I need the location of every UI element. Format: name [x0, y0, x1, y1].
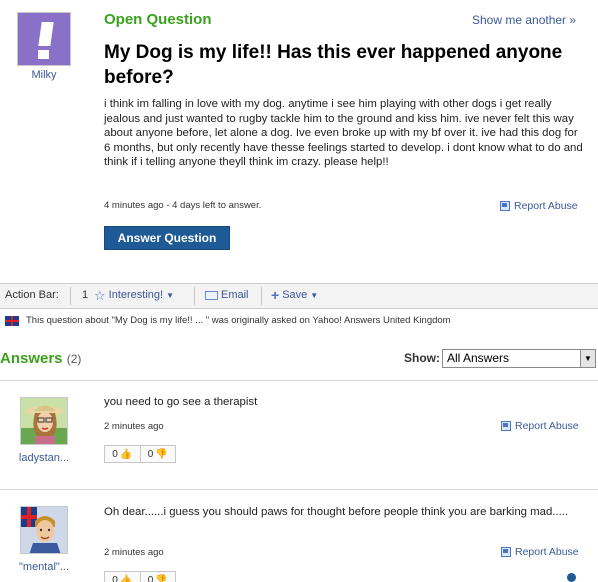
uk-flag-icon: [5, 315, 19, 326]
asker-name[interactable]: Milky: [0, 69, 88, 81]
star-icon: ☆: [94, 287, 106, 303]
report-abuse-link[interactable]: Report Abuse: [501, 546, 579, 558]
answer-text: Oh dear......i guess you should paws for…: [104, 506, 569, 518]
thumbs-down-count: 0: [147, 448, 154, 460]
question-status: Open Question: [104, 11, 212, 28]
divider: [0, 489, 598, 490]
vote-box: 0 👍 0 👎: [104, 445, 176, 463]
thumbs-up-count: 0: [112, 574, 118, 582]
scroll-indicator: [567, 573, 576, 582]
thumbs-down-button[interactable]: 0 👎: [139, 572, 176, 582]
question-meta: 4 minutes ago - 4 days left to answer.: [104, 200, 262, 211]
thumbs-down-count: 0: [147, 574, 154, 582]
question-body: i think im falling in love with my dog. …: [104, 98, 583, 169]
answer-time: 2 minutes ago: [104, 421, 164, 432]
plus-icon: +: [271, 286, 280, 303]
show-filter-select[interactable]: All Answers ▼: [442, 349, 596, 368]
thumbs-up-button[interactable]: 0 👍: [105, 572, 140, 582]
answers-count: (2): [66, 352, 82, 366]
answers-heading: Answers (2): [0, 350, 81, 367]
divider: [0, 380, 598, 381]
chevron-down-icon: ▼: [166, 290, 174, 300]
thumbs-down-icon: 👎: [155, 448, 168, 460]
interesting-count: 1: [82, 289, 89, 301]
question-title: My Dog is my life!! Has this ever happen…: [104, 42, 563, 88]
flag-icon: [501, 421, 511, 431]
chevron-down-icon: ▼: [580, 350, 595, 367]
answer-text: you need to go see a therapist: [104, 396, 258, 408]
vote-box: 0 👍 0 👎: [104, 571, 176, 582]
show-filter-value: All Answers: [447, 351, 510, 365]
interesting-button[interactable]: ☆ Interesting! ▼: [94, 287, 174, 303]
action-bar-divider: [70, 287, 71, 305]
email-button[interactable]: Email: [205, 289, 249, 301]
report-abuse-link[interactable]: Report Abuse: [501, 420, 579, 432]
origin-note: This question about "My Dog is my life!!…: [5, 315, 451, 326]
show-filter-label: Show:: [404, 351, 440, 365]
show-another-link[interactable]: Show me another »: [472, 13, 576, 27]
thumbs-down-icon: 👎: [155, 574, 168, 582]
chevron-down-icon: ▼: [310, 290, 319, 300]
origin-note-text: This question about "My Dog is my life!!…: [26, 315, 451, 326]
save-button[interactable]: + Save ▼: [271, 286, 319, 303]
report-abuse-label: Report Abuse: [514, 200, 578, 212]
report-abuse-link[interactable]: Report Abuse: [500, 200, 578, 212]
save-label: Save: [282, 289, 308, 301]
thumbs-up-icon: 👍: [119, 448, 133, 460]
answerer-name[interactable]: ladystan...: [4, 452, 84, 464]
answers-heading-label: Answers: [0, 350, 63, 367]
thumbs-down-button[interactable]: 0 👎: [139, 446, 176, 462]
answer-question-button[interactable]: Answer Question: [104, 226, 230, 250]
asker-avatar[interactable]: [17, 12, 71, 66]
interesting-label: Interesting!: [108, 289, 164, 301]
mail-icon: [205, 290, 218, 300]
thumbs-up-button[interactable]: 0 👍: [105, 446, 140, 462]
answer-time: 2 minutes ago: [104, 547, 164, 558]
action-bar-divider: [194, 287, 195, 305]
answerer-avatar[interactable]: [20, 506, 68, 554]
answerer-name[interactable]: "mental"...: [4, 561, 84, 573]
report-abuse-label: Report Abuse: [515, 546, 579, 558]
report-abuse-label: Report Abuse: [515, 420, 579, 432]
action-bar-divider: [261, 287, 262, 305]
thumbs-up-icon: 👍: [119, 574, 133, 582]
action-bar-label: Action Bar:: [5, 289, 59, 301]
answerer-avatar[interactable]: [20, 397, 68, 445]
flag-icon: [500, 201, 510, 211]
thumbs-up-count: 0: [112, 448, 118, 460]
email-label: Email: [221, 289, 249, 301]
flag-icon: [501, 547, 511, 557]
